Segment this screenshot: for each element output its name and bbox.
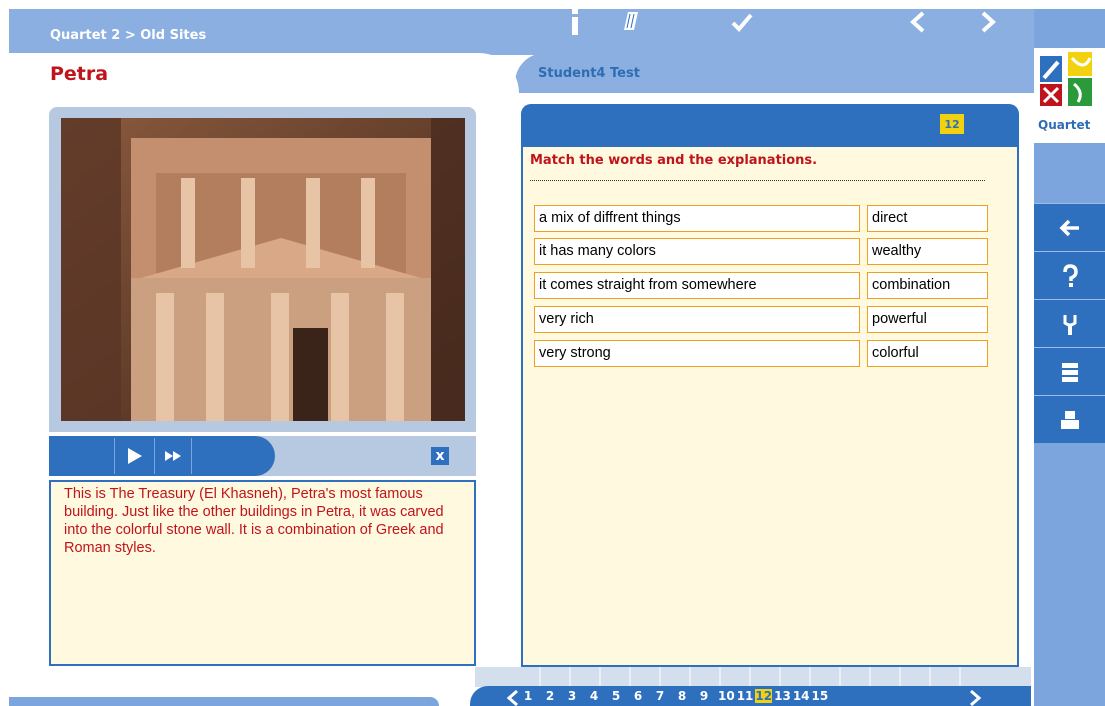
- close-media-button[interactable]: x: [431, 447, 449, 465]
- pager-page[interactable]: 14: [793, 689, 810, 703]
- treasury-image: [61, 118, 465, 421]
- pager-page[interactable]: 12: [755, 689, 773, 703]
- match-right-cell[interactable]: colorful: [867, 340, 988, 367]
- app-frame: Quartet 2 > Old Sites Petra Student4 Tes…: [0, 0, 1105, 706]
- logo-label: Quartet: [1038, 118, 1091, 132]
- match-left-cell[interactable]: very rich: [534, 306, 860, 333]
- caption-panel: This is The Treasury (El Khasneh), Petra…: [49, 480, 476, 666]
- tools-icon: [1063, 314, 1076, 335]
- print-button[interactable]: [1034, 395, 1105, 443]
- chevron-left-icon: [910, 11, 925, 33]
- match-left-cell[interactable]: very strong: [534, 340, 860, 367]
- pager-page[interactable]: 3: [564, 689, 580, 703]
- match-right-cell[interactable]: wealthy: [867, 238, 988, 265]
- pager-page[interactable]: 10: [718, 689, 735, 703]
- pager-page[interactable]: 13: [774, 689, 791, 703]
- play-button[interactable]: [114, 438, 152, 474]
- chevron-right-icon: [981, 11, 996, 33]
- pager-page[interactable]: 4: [586, 689, 602, 703]
- logo-icon: [1040, 52, 1092, 106]
- next-exercise-button[interactable]: [976, 8, 1000, 36]
- list-icon: [1061, 362, 1078, 382]
- fast-forward-button[interactable]: [154, 438, 192, 474]
- print-icon: [1060, 410, 1079, 429]
- help-icon: [1062, 263, 1078, 287]
- tools-button[interactable]: [1034, 299, 1105, 347]
- exercise-page-number: 12: [940, 114, 964, 134]
- check-icon: [731, 13, 753, 32]
- divider: [530, 180, 985, 181]
- match-right-cell[interactable]: direct: [867, 205, 988, 232]
- play-icon: [127, 448, 142, 464]
- pager-prev-icon[interactable]: [506, 690, 520, 706]
- list-button[interactable]: [1034, 347, 1105, 395]
- match-right-cell[interactable]: powerful: [867, 306, 988, 333]
- back-arrow-icon: [1059, 219, 1079, 236]
- prev-exercise-button[interactable]: [906, 8, 930, 36]
- breadcrumb: Quartet 2 > Old Sites: [50, 28, 207, 43]
- info-icon: [572, 9, 578, 35]
- pager-page[interactable]: 6: [630, 689, 646, 703]
- eraser-button[interactable]: [620, 8, 644, 36]
- match-left-cell[interactable]: it comes straight from somewhere: [534, 272, 860, 299]
- pager-page[interactable]: 9: [696, 689, 712, 703]
- eraser-icon: [624, 12, 638, 30]
- info-button[interactable]: [568, 8, 582, 36]
- fast-forward-icon: [165, 451, 181, 461]
- match-left-cell[interactable]: a mix of diffrent things: [534, 205, 860, 232]
- pager-page[interactable]: 2: [542, 689, 558, 703]
- student-name: Student4 Test: [538, 66, 640, 81]
- pager: 1 2 3 4 5 6 7 8 9 10 11 12 13 14 15: [520, 689, 830, 703]
- pager-page[interactable]: 8: [674, 689, 690, 703]
- pager-page[interactable]: 7: [652, 689, 668, 703]
- page-title: Petra: [50, 63, 109, 85]
- treasury-photo: [61, 118, 465, 421]
- pager-next-icon[interactable]: [968, 690, 982, 706]
- exercise-instruction: Match the words and the explanations.: [530, 153, 818, 168]
- back-button[interactable]: [1034, 203, 1105, 251]
- match-left-cell[interactable]: it has many colors: [534, 238, 860, 265]
- pager-page[interactable]: 1: [520, 689, 536, 703]
- check-button[interactable]: [730, 8, 754, 36]
- pager-page[interactable]: 15: [812, 689, 829, 703]
- help-button[interactable]: [1034, 251, 1105, 299]
- caption-text: This is The Treasury (El Khasneh), Petra…: [64, 486, 444, 556]
- pager-track-ticks: [539, 667, 961, 687]
- match-right-cell[interactable]: combination: [867, 272, 988, 299]
- bottom-bar: [9, 697, 439, 706]
- pager-page[interactable]: 5: [608, 689, 624, 703]
- pager-page[interactable]: 11: [737, 689, 754, 703]
